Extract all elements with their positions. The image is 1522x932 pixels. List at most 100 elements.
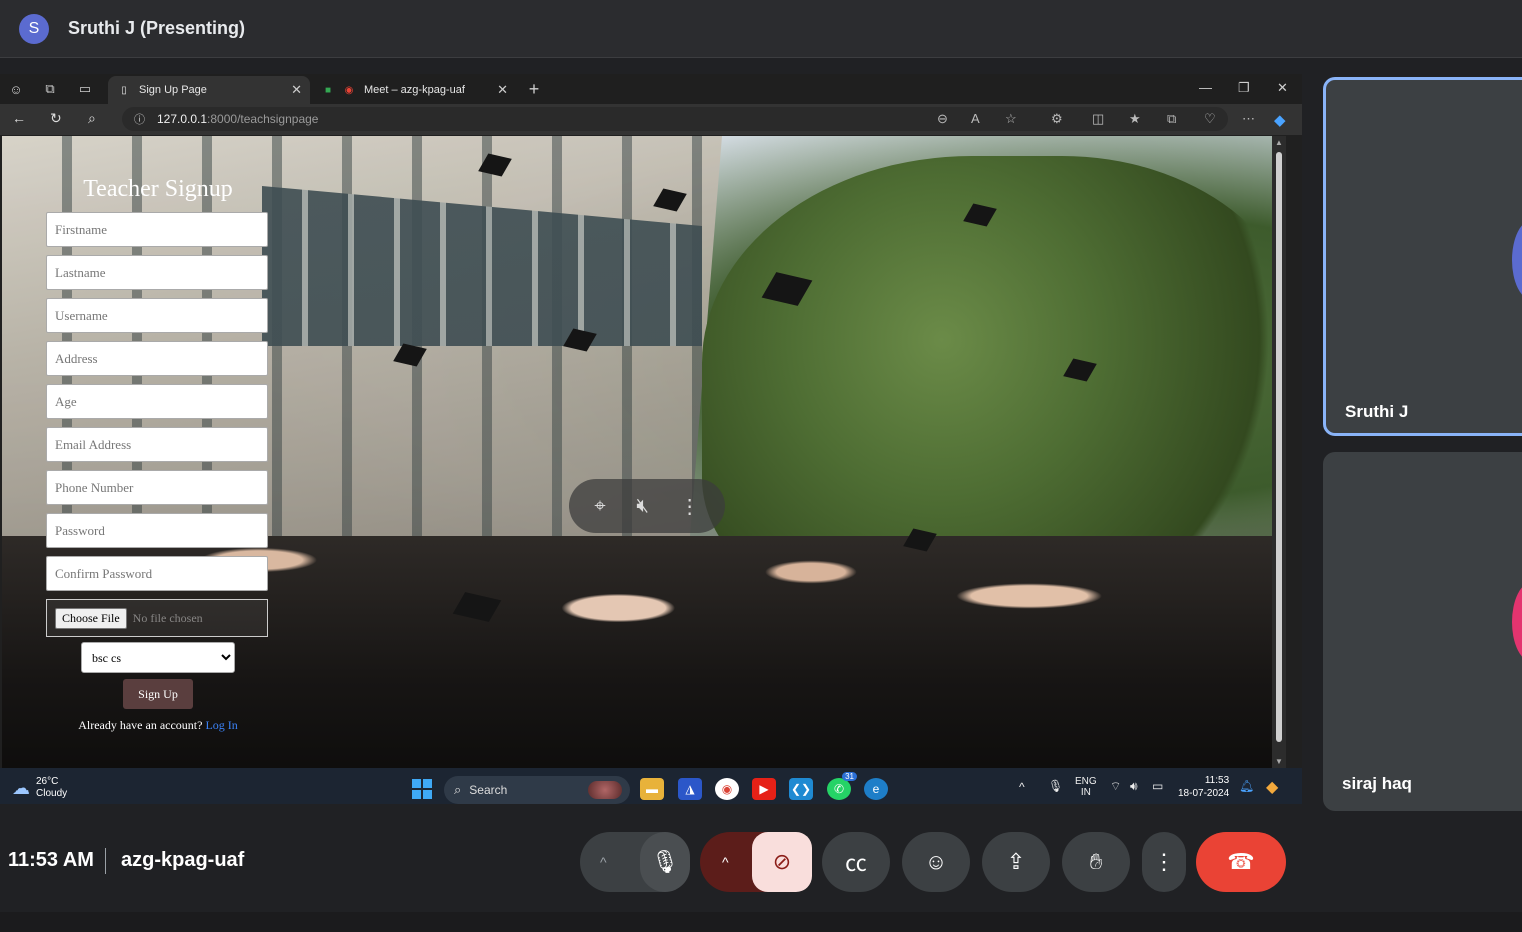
volume-icon[interactable]: 🔊︎ <box>1130 779 1138 794</box>
system-clock[interactable]: 11:53 18-07-2024 <box>1178 774 1229 800</box>
presentation-controls: ⌖ 🔇︎ ⋮ <box>569 479 725 533</box>
weather-condition: Cloudy <box>36 788 68 799</box>
collections-icon[interactable]: ⧉ <box>1167 111 1176 127</box>
emoji-icon: ☺ <box>924 849 948 874</box>
email-field[interactable] <box>46 427 268 462</box>
clock-date: 18-07-2024 <box>1178 788 1230 799</box>
back-icon[interactable]: ← <box>12 110 26 126</box>
settings-more-icon[interactable]: ⋯ <box>1242 111 1255 127</box>
footer-divider <box>105 848 106 874</box>
browser-essentials-icon[interactable]: ♡ <box>1204 111 1216 127</box>
more-options-button[interactable]: ⋮ <box>1142 832 1186 892</box>
confirm-password-field[interactable] <box>46 556 268 591</box>
zoom-out-icon[interactable]: ⊖ <box>937 111 948 127</box>
hand-icon: ✋︎ <box>1089 849 1103 874</box>
scroll-up-icon[interactable]: ▲ <box>1275 138 1283 147</box>
meet-icon: ■ <box>324 84 332 96</box>
participant-tile-siraj[interactable]: siraj haq <box>1323 452 1522 811</box>
more-vert-icon[interactable]: ⋮ <box>680 494 700 519</box>
scroll-thumb[interactable] <box>1276 152 1282 742</box>
refresh-icon[interactable]: ↻ <box>50 110 62 127</box>
extensions-icon[interactable]: ⚙ <box>1051 111 1063 127</box>
language-indicator[interactable]: ENG IN <box>1075 776 1097 798</box>
minimize-icon[interactable]: — <box>1199 80 1212 95</box>
search-icon[interactable]: ⌕ <box>88 110 96 127</box>
lastname-field[interactable] <box>46 255 268 290</box>
taskbar-search[interactable]: ⌕ Search <box>444 776 630 804</box>
unpin-icon[interactable]: ⌖ <box>594 495 605 518</box>
close-icon[interactable]: ✕ <box>291 82 302 98</box>
copilot-icon[interactable]: ◆ <box>1274 111 1286 129</box>
microphone-icon[interactable]: 🎙︎ <box>1048 779 1063 793</box>
app-icon[interactable]: ◮ <box>678 778 702 800</box>
read-aloud-icon[interactable]: A <box>971 111 980 126</box>
address-field[interactable] <box>46 341 268 376</box>
restore-icon[interactable]: ❐ <box>1238 80 1250 96</box>
raise-hand-button[interactable]: ✋︎ <box>1062 832 1130 892</box>
video-options-chevron-icon[interactable]: ^ <box>722 854 729 870</box>
tab-sign-up-page[interactable]: ▯ Sign Up Page ✕ <box>108 76 310 104</box>
windows-taskbar: ☁ 26°C Cloudy ⌕ Search ▬ ◮ ◉ ▶ ❮❯ ✆ 31 e… <box>0 768 1302 804</box>
captions-icon: ㏄ <box>844 851 867 876</box>
phone-field[interactable] <box>46 470 268 505</box>
presenter-avatar: S <box>19 13 49 44</box>
search-label: Search <box>469 783 508 797</box>
web-page: Teacher Signup Choose File No file chose… <box>2 136 1286 768</box>
favorite-star-icon[interactable]: ☆ <box>1005 111 1017 127</box>
lang-code: ENG <box>1075 776 1097 787</box>
copilot-taskbar-icon[interactable]: ◆ <box>1266 777 1278 797</box>
username-field[interactable] <box>46 298 268 333</box>
mute-tab-icon[interactable]: 🔇︎ <box>636 495 649 518</box>
form-title: Teacher Signup <box>83 176 233 202</box>
notification-badge: 31 <box>842 772 857 781</box>
favorites-icon[interactable]: ★ <box>1129 111 1141 127</box>
recording-icon: ◉ <box>344 84 354 96</box>
tab-actions-icon[interactable]: ▭ <box>75 80 95 98</box>
log-in-link[interactable]: Log In <box>205 718 237 732</box>
shared-screen[interactable]: ☺ ⧉ ▭ ▯ Sign Up Page ✕ ■ ◉ Meet – azg-kp… <box>0 74 1302 804</box>
scroll-down-icon[interactable]: ▼ <box>1275 757 1283 766</box>
split-screen-icon[interactable]: ◫ <box>1092 111 1104 127</box>
edge-icon[interactable]: e <box>864 778 888 800</box>
page-icon: ▯ <box>121 84 127 96</box>
captions-button[interactable]: ㏄ <box>822 832 890 892</box>
age-field[interactable] <box>46 384 268 419</box>
notification-bell-icon[interactable]: 🔔︎ <box>1239 779 1254 793</box>
whatsapp-icon[interactable]: ✆ 31 <box>827 772 857 800</box>
file-status: No file chosen <box>132 610 203 625</box>
choose-file-button[interactable]: Choose File <box>55 607 127 629</box>
audio-options-chevron-icon[interactable]: ^ <box>600 854 607 870</box>
firstname-field[interactable] <box>46 212 268 247</box>
camera-off-icon[interactable]: ⊘ <box>752 832 812 892</box>
youtube-icon[interactable]: ▶ <box>752 778 776 800</box>
tab-meet[interactable]: ■ ◉ Meet – azg-kpag-uaf ✕ <box>312 76 516 104</box>
close-window-icon[interactable]: ✕ <box>1277 80 1288 96</box>
microphone-icon[interactable]: 🎙︎ <box>640 832 690 892</box>
password-field[interactable] <box>46 513 268 548</box>
end-call-icon: ☎ <box>1227 849 1255 874</box>
workspaces-icon[interactable]: ⧉ <box>40 80 60 98</box>
profile-icon[interactable]: ☺ <box>6 80 26 98</box>
course-select[interactable]: bsc cs <box>81 642 235 673</box>
submit-row: Sign Up <box>46 679 270 709</box>
temperature: 26°C <box>36 776 59 787</box>
leave-call-button[interactable]: ☎ <box>1196 832 1286 892</box>
file-explorer-icon[interactable]: ▬ <box>640 778 664 800</box>
reactions-button[interactable]: ☺ <box>902 832 970 892</box>
login-prompt: Already have an account? <box>78 718 203 732</box>
windows-start-icon[interactable] <box>412 779 432 799</box>
wifi-icon[interactable]: ⌔ <box>1110 779 1121 794</box>
search-icon: ⌕ <box>454 782 462 797</box>
present-button[interactable]: ⇪ <box>982 832 1050 892</box>
weather-widget[interactable]: ☁ 26°C Cloudy <box>12 776 67 800</box>
chevron-up-icon[interactable]: ^ <box>1019 780 1025 794</box>
site-info-icon[interactable]: ⓘ <box>134 111 145 127</box>
new-tab-icon[interactable]: + <box>524 79 544 99</box>
participant-tile-sruthi[interactable]: Sruthi J <box>1323 77 1522 436</box>
close-icon[interactable]: ✕ <box>497 82 508 98</box>
sign-up-button[interactable]: Sign Up <box>123 679 193 709</box>
page-scrollbar[interactable]: ▲ ▼ <box>1272 136 1286 768</box>
vscode-icon[interactable]: ❮❯ <box>789 778 813 800</box>
chrome-icon[interactable]: ◉ <box>715 778 739 800</box>
battery-icon[interactable]: ▭ <box>1152 779 1163 793</box>
